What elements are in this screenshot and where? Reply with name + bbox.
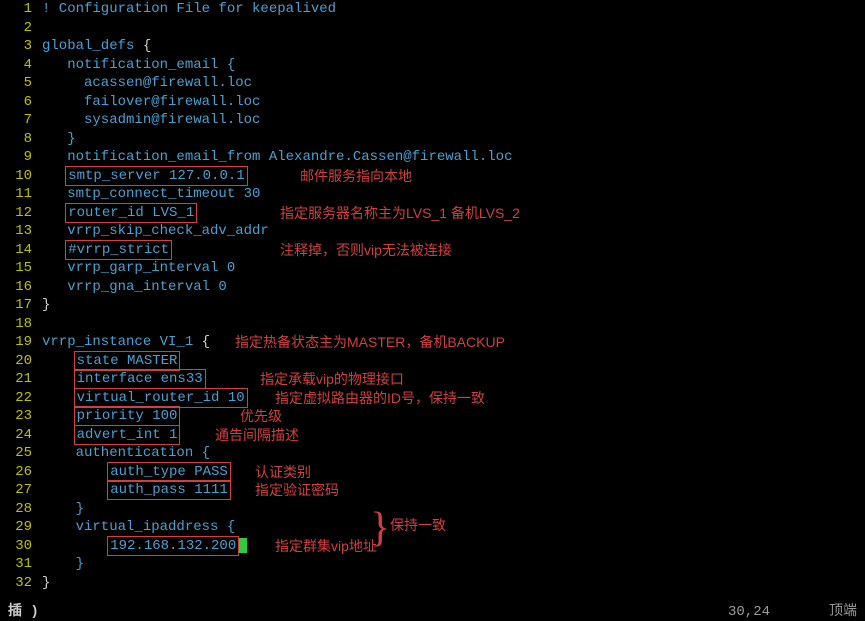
code-line: acassen@firewall.loc	[42, 74, 865, 92]
line-number: 31	[0, 555, 42, 573]
code-line: }	[42, 130, 865, 148]
code-line: priority 100	[42, 406, 865, 426]
line-number: 19	[0, 333, 42, 351]
code-line: ! Configuration File for keepalived	[42, 0, 865, 18]
line-number: 6	[0, 93, 42, 111]
code-line: #vrrp_strict	[42, 240, 865, 260]
statusbar: 插 ) 30,24 顶端	[0, 603, 865, 621]
highlight-priority: priority 100	[74, 406, 181, 426]
brace-icon: }	[370, 507, 390, 549]
code-line: global_defs {	[42, 37, 865, 55]
annot-advert-int: 通告间隔描述	[215, 426, 299, 444]
line-number: 17	[0, 296, 42, 314]
annot-auth-type: 认证类别	[255, 463, 311, 481]
highlight-router-id: router_id LVS_1	[65, 203, 197, 223]
line-number: 7	[0, 111, 42, 129]
code-line: smtp_connect_timeout 30	[42, 185, 865, 203]
status-cursor-pos: 30,24	[728, 603, 770, 621]
code-line: advert_int 1	[42, 425, 865, 445]
code-line: vrrp_garp_interval 0	[42, 259, 865, 277]
line-number: 2	[0, 19, 42, 37]
annot-auth-keep: 保持一致	[390, 516, 446, 534]
annot-vrrp-strict: 注释掉，否则vip无法被连接	[280, 241, 452, 259]
line-number: 16	[0, 278, 42, 296]
line-number: 10	[0, 167, 42, 185]
code-line: }	[42, 500, 865, 518]
line-number: 11	[0, 185, 42, 203]
highlight-vrrp-strict: #vrrp_strict	[65, 240, 172, 260]
code-line: 192.168.132.200	[42, 536, 865, 556]
highlight-vip: 192.168.132.200	[107, 536, 239, 556]
line-number: 21	[0, 370, 42, 388]
line-number: 8	[0, 130, 42, 148]
line-number: 18	[0, 315, 42, 333]
line-number: 1	[0, 0, 42, 18]
status-scroll: 顶端	[829, 603, 857, 621]
code-line: virtual_ipaddress {	[42, 518, 865, 536]
cursor-icon	[239, 538, 247, 553]
line-number: 27	[0, 481, 42, 499]
annot-smtp: 邮件服务指向本地	[300, 167, 412, 185]
annot-auth-pass: 指定验证密码	[255, 481, 339, 499]
code-line: auth_pass 1111	[42, 480, 865, 500]
line-number: 22	[0, 389, 42, 407]
highlight-state: state MASTER	[74, 351, 181, 371]
code-line: authentication {	[42, 444, 865, 462]
code-line: failover@firewall.loc	[42, 93, 865, 111]
line-number: 23	[0, 407, 42, 425]
highlight-interface: interface ens33	[74, 369, 206, 389]
annot-interface: 指定承载vip的物理接口	[260, 370, 404, 388]
line-number: 13	[0, 222, 42, 240]
line-number: 28	[0, 500, 42, 518]
annot-priority: 优先级	[240, 407, 282, 425]
code-line: }	[42, 555, 865, 573]
highlight-auth-pass: auth_pass 1111	[107, 480, 231, 500]
line-number: 12	[0, 204, 42, 222]
annot-vip: 指定群集vip地址	[275, 537, 377, 555]
highlight-smtp-server: smtp_server 127.0.0.1	[65, 166, 247, 186]
line-number: 29	[0, 518, 42, 536]
annot-vr-id: 指定虚拟路由器的ID号，保持一致	[275, 389, 485, 407]
annot-router-id: 指定服务器名称主为LVS_1 备机LVS_2	[280, 204, 520, 222]
line-number: 26	[0, 463, 42, 481]
line-number: 30	[0, 537, 42, 555]
code-editor[interactable]: 1! Configuration File for keepalived 2 3…	[0, 0, 865, 592]
code-line: state MASTER	[42, 351, 865, 371]
line-number: 20	[0, 352, 42, 370]
highlight-virtual-router-id: virtual_router_id 10	[74, 388, 248, 408]
highlight-advert-int: advert_int 1	[74, 425, 181, 445]
code-line: vrrp_skip_check_adv_addr	[42, 222, 865, 240]
code-line: vrrp_gna_interval 0	[42, 278, 865, 296]
code-line: auth_type PASS	[42, 462, 865, 482]
code-line: }	[42, 574, 865, 592]
line-number: 9	[0, 148, 42, 166]
line-number: 3	[0, 37, 42, 55]
code-line: interface ens33	[42, 369, 865, 389]
annot-state: 指定热备状态主为MASTER，备机BACKUP	[235, 333, 505, 351]
code-line: }	[42, 296, 865, 314]
line-number: 4	[0, 56, 42, 74]
code-line: sysadmin@firewall.loc	[42, 111, 865, 129]
line-number: 5	[0, 74, 42, 92]
line-number: 25	[0, 444, 42, 462]
highlight-auth-type: auth_type PASS	[107, 462, 231, 482]
line-number: 14	[0, 241, 42, 259]
line-number: 24	[0, 426, 42, 444]
code-line: notification_email {	[42, 56, 865, 74]
line-number: 32	[0, 574, 42, 592]
code-line: notification_email_from Alexandre.Cassen…	[42, 148, 865, 166]
line-number: 15	[0, 259, 42, 277]
status-mode: 插 )	[8, 603, 39, 621]
code-line: smtp_server 127.0.0.1	[42, 166, 865, 186]
